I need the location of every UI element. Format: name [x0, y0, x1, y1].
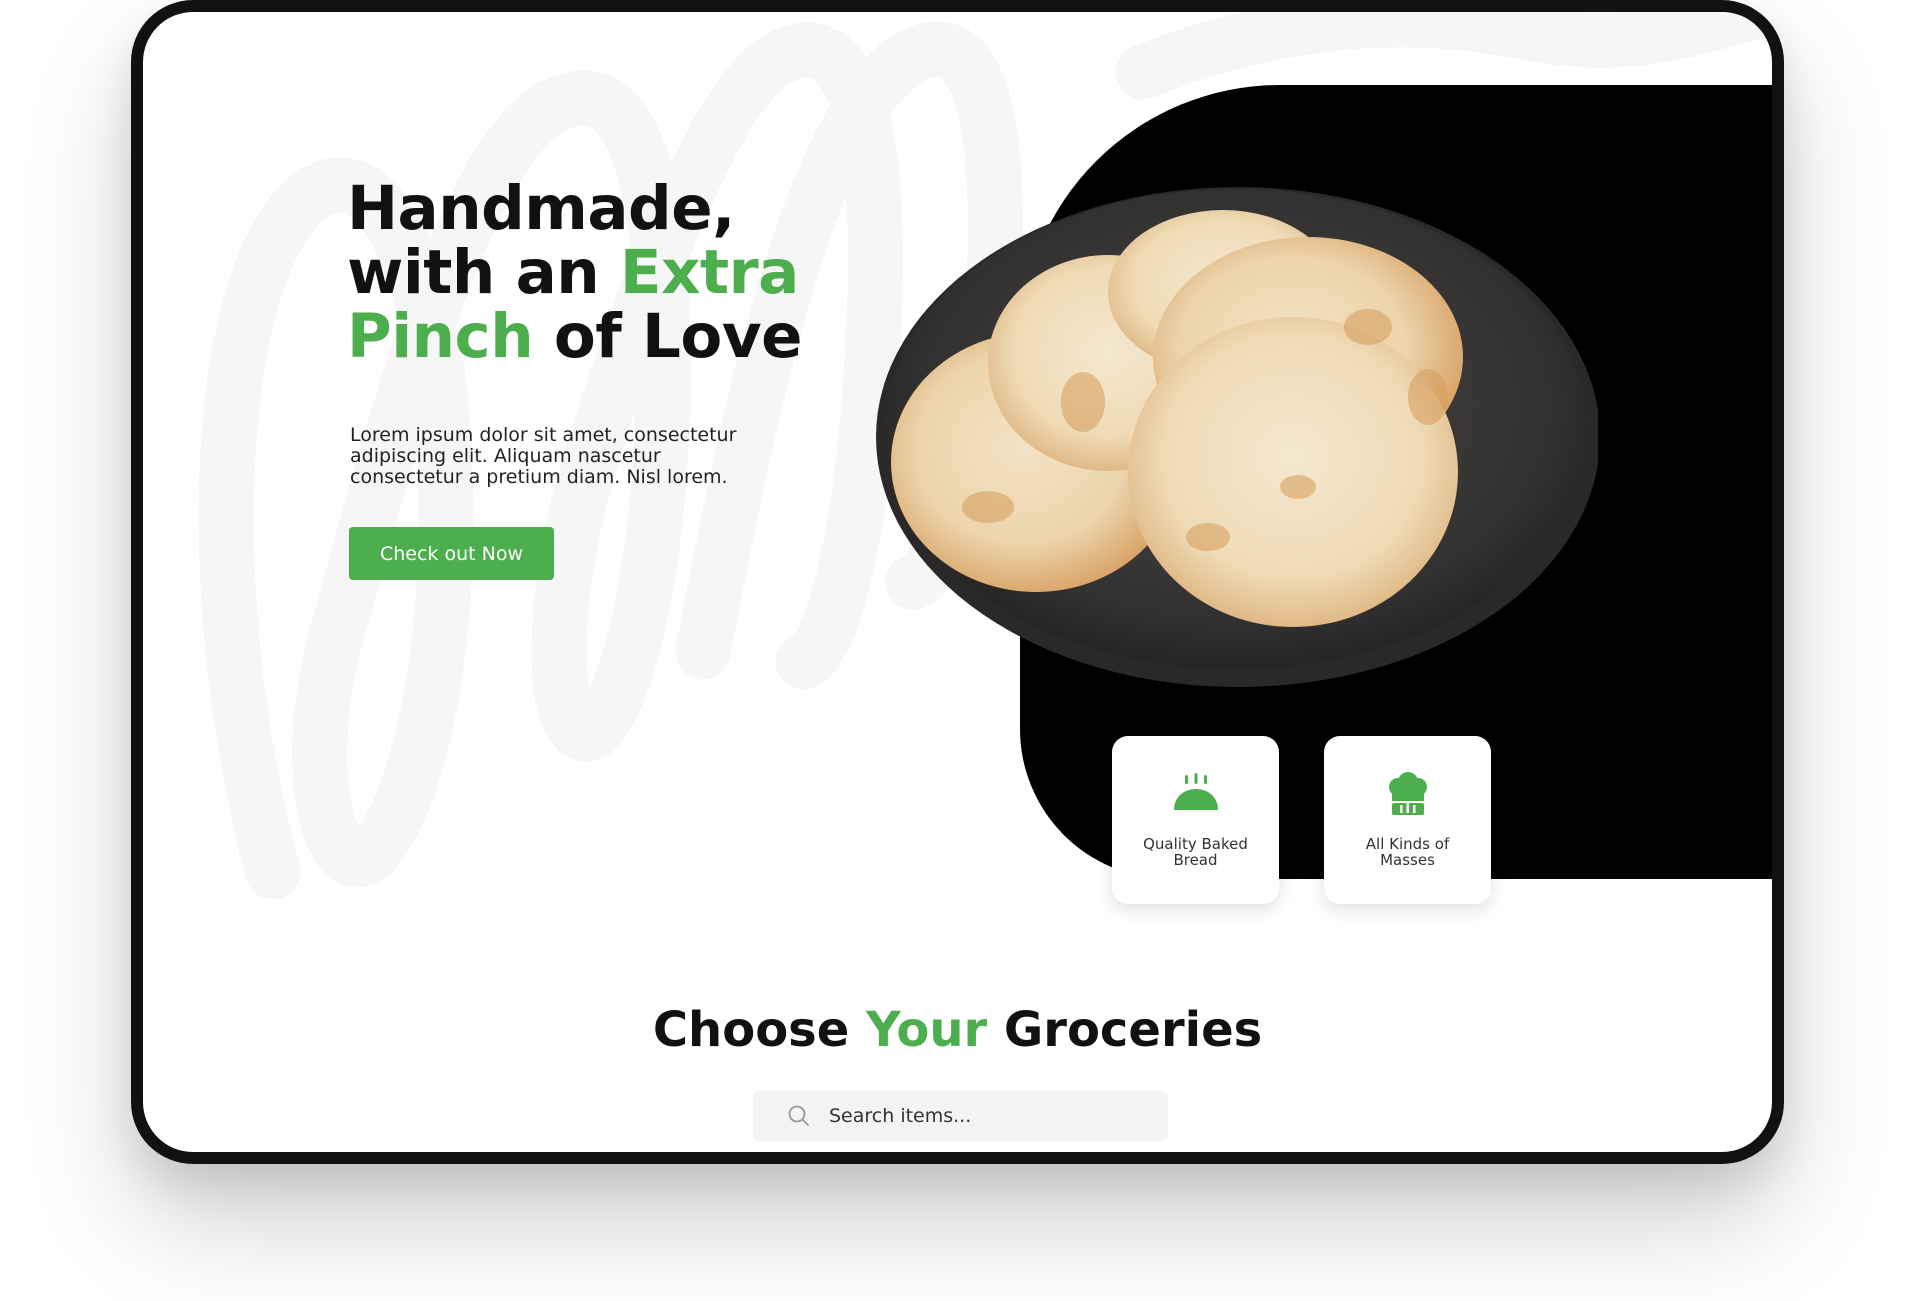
search-icon — [788, 1105, 809, 1126]
hero-title-line2-a: with an — [347, 237, 620, 308]
hero-title-line2-b: Extra — [619, 237, 799, 308]
groceries-title: Choose Your Groceries — [143, 1002, 1772, 1058]
pita-plate-image — [876, 187, 1598, 687]
hero-title-line1: Handmade, — [347, 173, 735, 244]
hero-title: Handmade, with an Extra Pinch of Love — [347, 177, 907, 369]
hero-description: Lorem ipsum dolor sit amet, consectetur … — [350, 424, 737, 488]
page: Handmade, with an Extra Pinch of Love Lo… — [0, 0, 1911, 1301]
feature-label-bread: Quality Baked Bread — [1143, 835, 1248, 869]
search-input[interactable] — [829, 1105, 1129, 1127]
hero-title-line3-b: of Love — [533, 301, 803, 372]
groceries-title-b: Your — [866, 1002, 988, 1058]
check-out-now-button[interactable]: Check out Now — [349, 527, 554, 580]
hero-title-line3-a: Pinch — [347, 301, 534, 372]
feature-label-masses: All Kinds of Masses — [1365, 835, 1450, 869]
groceries-title-c: Groceries — [987, 1002, 1263, 1058]
groceries-title-a: Choose — [652, 1002, 866, 1058]
chef-hat-icon — [1388, 772, 1427, 815]
screen: Handmade, with an Extra Pinch of Love Lo… — [143, 12, 1772, 1152]
feature-card-bread: Quality Baked Bread — [1112, 736, 1279, 904]
device-frame: Handmade, with an Extra Pinch of Love Lo… — [131, 0, 1784, 1164]
bread-icon — [1173, 773, 1218, 810]
feature-card-masses: All Kinds of Masses — [1324, 736, 1491, 904]
search-bar[interactable] — [753, 1091, 1168, 1141]
